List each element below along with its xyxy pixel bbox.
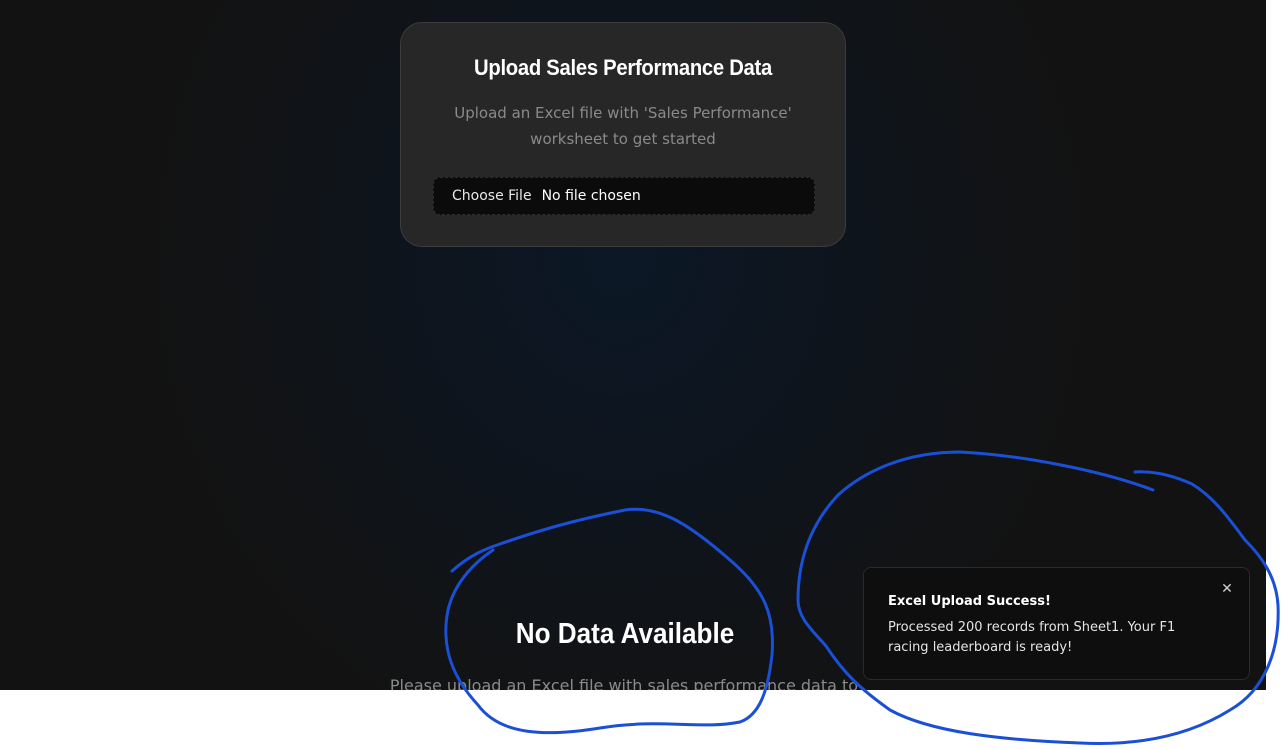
scrollbar-track[interactable] xyxy=(1266,0,1281,690)
upload-title: Upload Sales Performance Data xyxy=(474,55,772,80)
toast-message: Processed 200 records from Sheet1. Your … xyxy=(888,620,1176,655)
upload-card: Upload Sales Performance Data Upload an … xyxy=(400,22,846,247)
file-input[interactable]: Choose File No file chosen xyxy=(433,177,815,215)
upload-subtitle: Upload an Excel file with 'Sales Perform… xyxy=(454,104,792,148)
choose-file-button[interactable]: Choose File xyxy=(452,188,532,204)
success-toast: Excel Upload Success! Processed 200 reco… xyxy=(863,567,1250,680)
close-icon[interactable]: ✕ xyxy=(1219,580,1235,596)
file-status-text: No file chosen xyxy=(541,188,641,204)
toast-title: Excel Upload Success! xyxy=(888,594,1051,609)
app-viewport: Upload Sales Performance Data Upload an … xyxy=(0,0,1266,690)
